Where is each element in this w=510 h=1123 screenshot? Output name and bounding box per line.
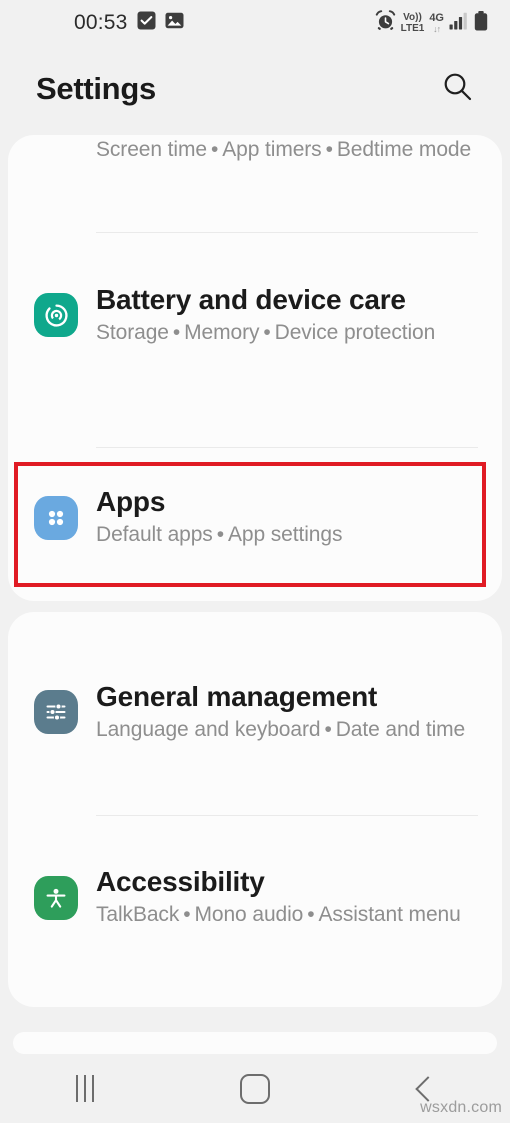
row-title: Apps <box>96 486 166 518</box>
battery-full-icon <box>474 10 488 36</box>
image-icon <box>165 11 184 35</box>
bullet-separator-icon: • <box>263 320 271 344</box>
recents-button[interactable] <box>0 1054 170 1123</box>
row-subtitle-part: App settings <box>227 523 343 547</box>
row-divider <box>96 232 478 233</box>
card-bottom-pill <box>13 1032 497 1054</box>
recents-icon <box>76 1075 94 1102</box>
settings-row-apps[interactable]: Apps Default apps • App settings <box>8 455 502 580</box>
bullet-separator-icon: • <box>183 903 191 927</box>
bullet-separator-icon: • <box>325 138 333 162</box>
row-subtitle-part: Memory <box>184 320 260 344</box>
settings-row-accessibility[interactable]: Accessibility TalkBack • Mono audio • Assist… <box>8 820 502 975</box>
row-title: General management <box>96 680 378 712</box>
settings-list[interactable]: Screen time • App timers • Bedtime mode Batt… <box>0 131 510 1041</box>
row-subtitle: Storage • Memory • Device protection <box>96 320 484 346</box>
status-bar-clock: 00:53 <box>74 11 128 34</box>
network-type-indicator: 4G ↓↑ <box>429 11 444 34</box>
settings-row-digital-wellbeing[interactable]: Screen time • App timers • Bedtime mode <box>8 91 502 207</box>
row-subtitle-part: Bedtime mode <box>336 138 472 162</box>
accessibility-person-icon <box>34 875 78 920</box>
row-subtitle-part: Mono audio <box>194 903 304 927</box>
row-subtitle-part: Date and time <box>335 717 466 741</box>
status-bar-right: Vo)) LTE1 4G ↓↑ <box>375 10 488 36</box>
row-subtitle: TalkBack • Mono audio • Assistant menu <box>96 902 484 928</box>
row-subtitle-part: TalkBack <box>96 903 180 927</box>
settings-row-battery-and-device-care[interactable]: Battery and device care Storage • Memory • D… <box>8 235 502 395</box>
status-bar-left: 00:53 <box>74 11 184 35</box>
row-subtitle-part: App timers <box>222 138 322 162</box>
row-divider <box>96 447 478 448</box>
sliders-icon <box>34 690 78 734</box>
row-title: Battery and device care <box>96 283 406 315</box>
row-subtitle: Default apps • App settings <box>96 522 484 548</box>
bullet-separator-icon: • <box>324 717 332 741</box>
row-title: Accessibility <box>96 866 265 898</box>
home-icon <box>240 1073 270 1104</box>
device-care-icon <box>34 293 78 337</box>
apps-grid-icon <box>34 495 78 540</box>
signal-bars-icon <box>449 12 469 35</box>
bullet-separator-icon: • <box>172 320 181 344</box>
bullet-separator-icon: • <box>210 138 219 162</box>
row-subtitle-part: Assistant menu <box>318 903 461 927</box>
bullet-separator-icon: • <box>307 903 315 927</box>
row-subtitle-part: Language and keyboard <box>96 717 321 741</box>
row-subtitle-part: Storage <box>96 320 169 344</box>
watermark: wsxdn.com <box>420 1099 502 1116</box>
settings-card-group-2: General management Language and keyboard… <box>8 612 502 1007</box>
row-subtitle-part: Device protection <box>274 320 436 344</box>
row-divider <box>96 815 478 816</box>
status-bar: 00:53 Vo)) LTE1 4G ↓↑ <box>0 0 510 46</box>
checkbox-checked-icon <box>137 11 156 35</box>
volte-indicator: Vo)) LTE1 <box>400 11 425 34</box>
row-subtitle-part: Screen time <box>96 138 207 162</box>
row-subtitle-part: Default apps <box>96 523 213 547</box>
row-subtitle: Language and keyboard • Date and time <box>96 717 484 743</box>
back-icon <box>415 1075 441 1102</box>
alarm-icon <box>375 10 396 36</box>
settings-row-general-management[interactable]: General management Language and keyboard… <box>8 612 502 812</box>
bullet-separator-icon: • <box>216 523 224 547</box>
settings-card-group-1: Screen time • App timers • Bedtime mode Batt… <box>8 135 502 601</box>
home-button[interactable] <box>170 1054 340 1123</box>
row-subtitle: Screen time • App timers • Bedtime mode <box>96 137 484 163</box>
